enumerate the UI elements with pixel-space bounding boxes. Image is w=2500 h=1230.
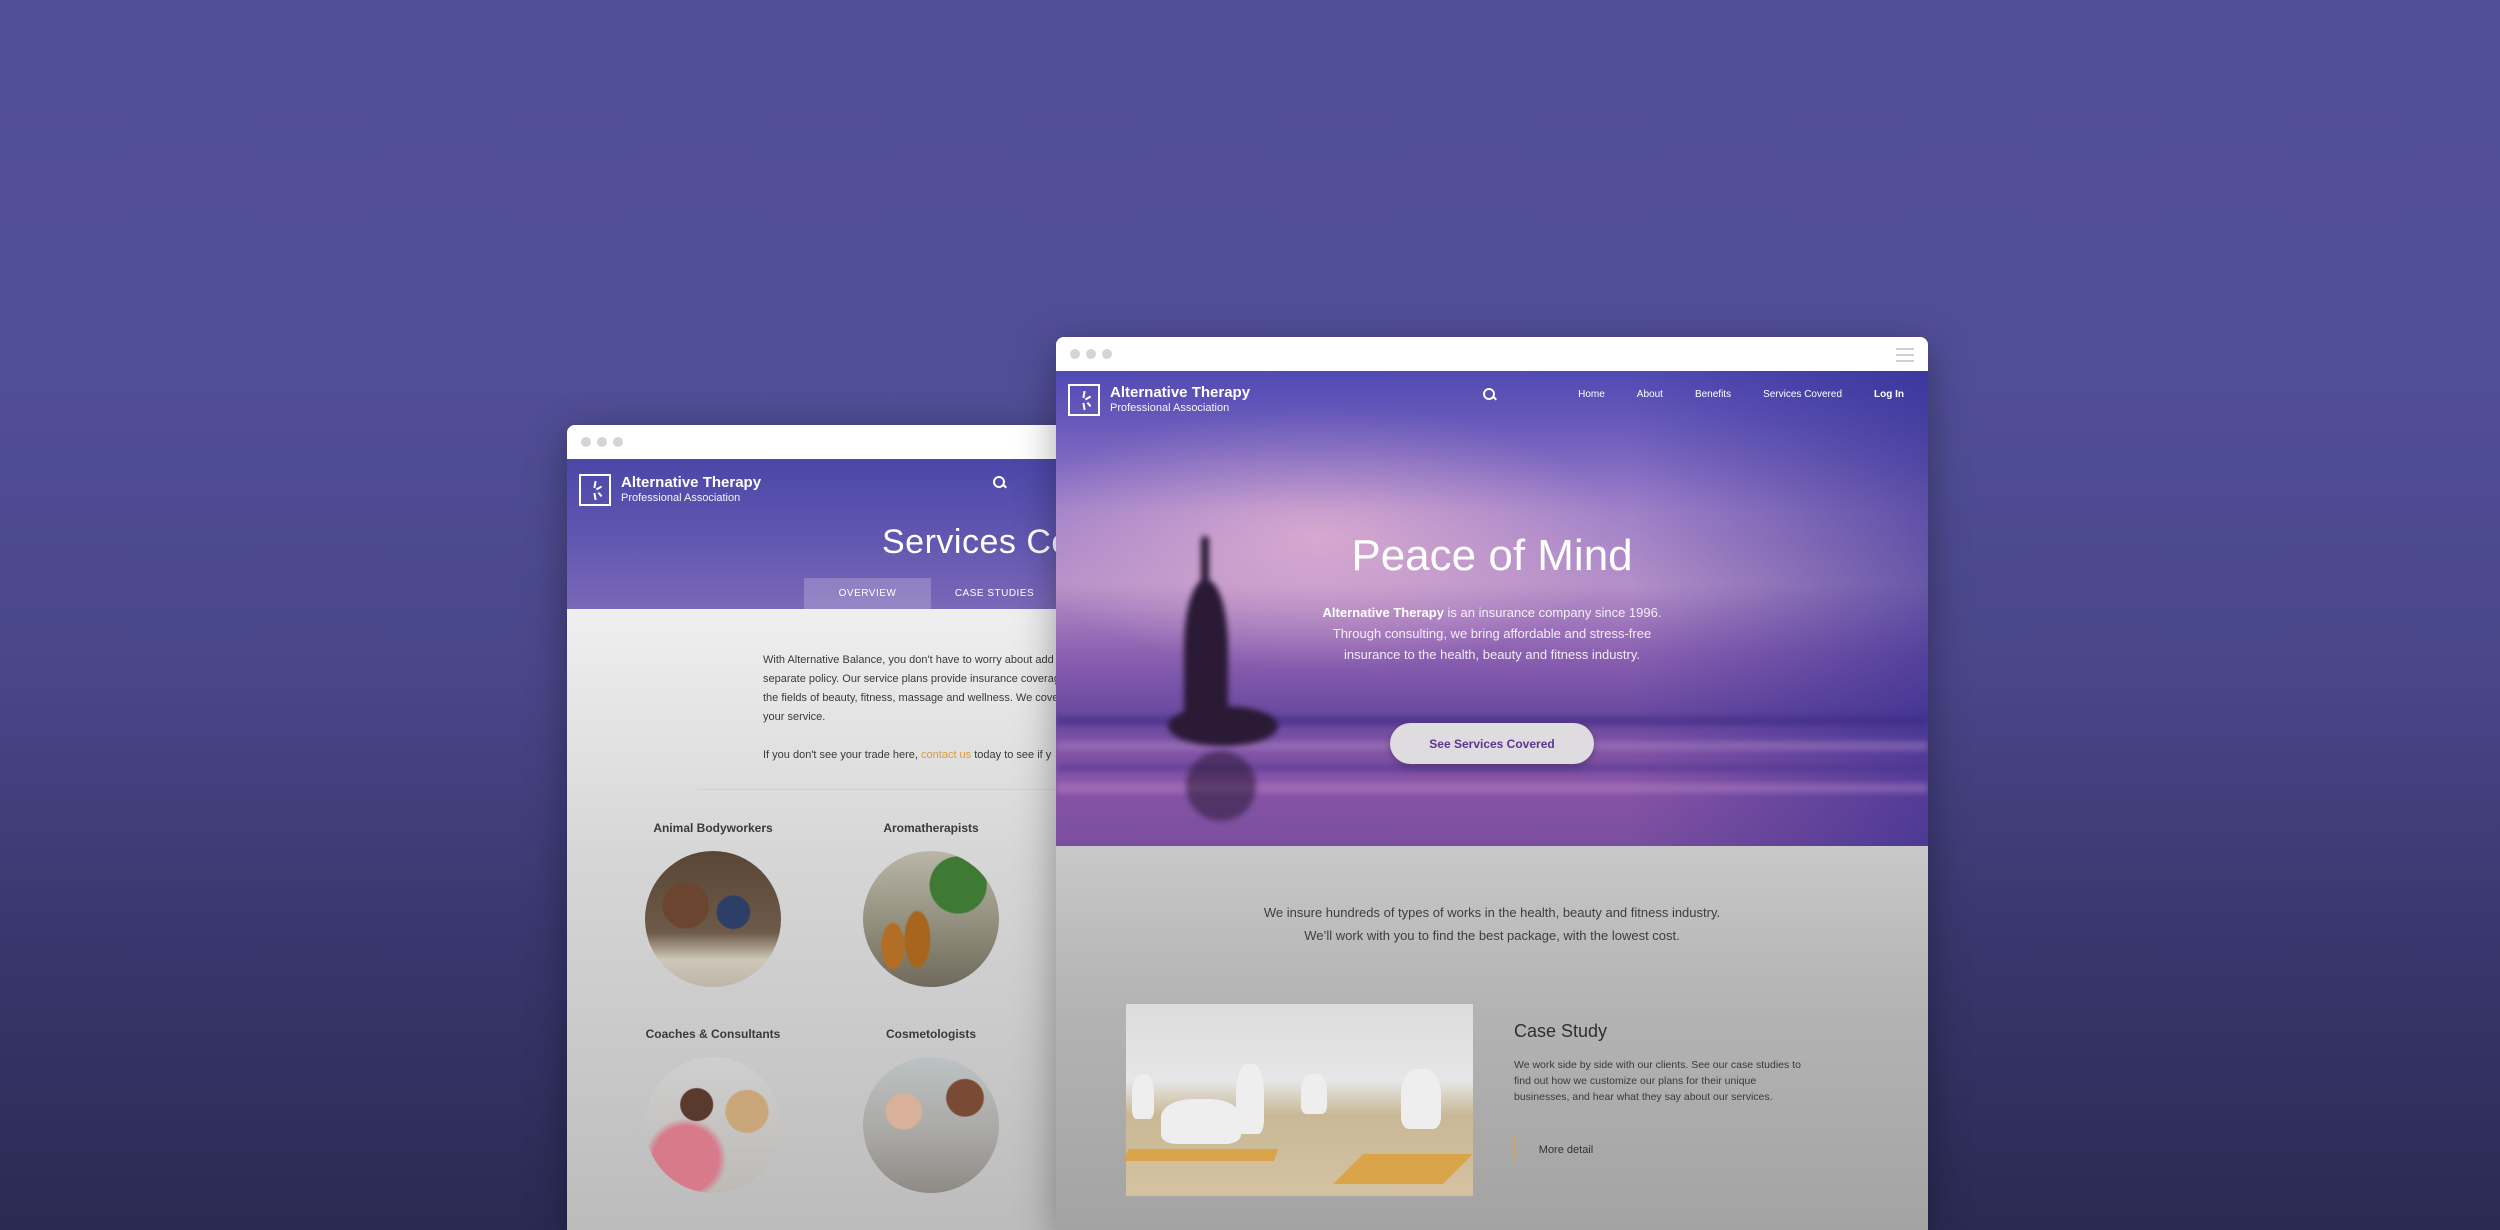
contact-prefix: If you don't see your trade here,	[763, 749, 922, 761]
yoga-class-photo	[1123, 1004, 1473, 1196]
nav-home[interactable]: Home	[1578, 389, 1605, 400]
minimize-dot[interactable]	[597, 437, 607, 447]
tagline-line: We’ll work with you to find the best pac…	[1304, 928, 1680, 943]
nav-services-covered[interactable]: Services Covered	[1763, 389, 1842, 400]
service-card-aromatherapists[interactable]: Aromatherapists	[841, 821, 1021, 987]
close-dot[interactable]	[1070, 349, 1080, 359]
hero-description: Alternative Therapy is an insurance comp…	[1056, 602, 1928, 665]
search-icon[interactable]	[1483, 388, 1497, 401]
intro-line: the fields of beauty, fitness, massage a…	[763, 692, 1059, 704]
contact-suffix: today to see if y	[971, 749, 1052, 761]
case-study-text: We work side by side with our clients. S…	[1514, 1059, 1801, 1103]
tagline: We insure hundreds of types of works in …	[1056, 901, 1928, 947]
minimize-dot[interactable]	[1086, 349, 1096, 359]
essential-oils-photo	[863, 851, 999, 987]
case-study-title: Case Study	[1514, 1021, 1608, 1041]
horse-bodywork-photo	[645, 851, 781, 987]
logo-mark-icon	[579, 474, 611, 506]
tagline-line: We insure hundreds of types of works in …	[1263, 905, 1721, 920]
section-divider	[697, 789, 1067, 790]
search-icon[interactable]	[993, 476, 1007, 489]
hero-brand: Alternative Therapy	[1322, 605, 1444, 620]
brand-title: Alternative Therapy	[1110, 384, 1251, 401]
hero-line: insurance to the health, beauty and fitn…	[1343, 647, 1641, 662]
services-body: With Alternative Balance, you don't have…	[567, 609, 1067, 1230]
coaching-photo	[645, 1057, 781, 1193]
service-card-cosmetologists[interactable]: Cosmetologists	[841, 1027, 1021, 1193]
page-title: Services Covered	[882, 523, 1067, 561]
service-label: Aromatherapists	[883, 821, 979, 835]
brand-subtitle: Professional Association	[621, 492, 741, 504]
intro-line: your service.	[763, 711, 826, 723]
service-label: Coaches & Consultants	[645, 1027, 781, 1041]
homepage-window: Alternative Therapy Professional Associa…	[1056, 337, 1928, 1230]
logo-mark-icon	[1068, 384, 1100, 416]
intro-line: With Alternative Balance, you don't have…	[763, 654, 1054, 666]
intro-text: With Alternative Balance, you don't have…	[763, 651, 1067, 784]
hero-line: is an insurance company since 1996.	[1443, 605, 1662, 620]
brand-logo[interactable]: Alternative Therapy Professional Associa…	[579, 474, 761, 506]
nav-benefits[interactable]: Benefits	[1695, 389, 1731, 400]
login-link[interactable]: Log In	[1874, 389, 1904, 400]
tab-case-studies[interactable]: CASE STUDIES	[931, 578, 1058, 609]
service-card-coaches-consultants[interactable]: Coaches & Consultants	[623, 1027, 803, 1193]
service-label: Cosmetologists	[885, 1027, 976, 1041]
home-body: We insure hundreds of types of works in …	[1056, 846, 1928, 1230]
maximize-dot[interactable]	[1102, 349, 1112, 359]
brand-logo[interactable]: Alternative Therapy Professional Associa…	[1068, 384, 1250, 416]
more-detail-button[interactable]: More detail	[1514, 1135, 1618, 1164]
hero-line: Through consulting, we bring affordable …	[1332, 626, 1652, 641]
browser-titlebar	[1056, 337, 1928, 371]
brand-subtitle: Professional Association	[1110, 402, 1230, 414]
close-dot[interactable]	[581, 437, 591, 447]
service-label: Animal Bodyworkers	[653, 821, 773, 835]
intro-line: separate policy. Our service plans provi…	[763, 673, 1060, 685]
window-controls	[1070, 349, 1112, 359]
brand-title: Alternative Therapy	[621, 474, 762, 491]
main-nav: Home About Benefits Services Covered Log…	[1578, 389, 1904, 400]
contact-us-link[interactable]: contact us	[921, 749, 971, 761]
maximize-dot[interactable]	[613, 437, 623, 447]
services-covered-window: Alternative Therapy Professional Associa…	[567, 425, 1067, 1230]
makeup-photo	[863, 1057, 999, 1193]
section-tabs: OVERVIEW CASE STUDIES	[804, 578, 1058, 609]
window-controls	[581, 437, 623, 447]
tab-overview[interactable]: OVERVIEW	[804, 578, 931, 609]
services-header: Alternative Therapy Professional Associa…	[567, 459, 1067, 609]
see-services-button[interactable]: See Services Covered	[1390, 723, 1594, 764]
hero-section: Alternative Therapy Professional Associa…	[1056, 371, 1928, 846]
nav-about[interactable]: About	[1637, 389, 1663, 400]
hero-title: Peace of Mind	[1351, 531, 1633, 580]
service-card-animal-bodyworkers[interactable]: Animal Bodyworkers	[623, 821, 803, 987]
browser-titlebar	[567, 425, 1067, 459]
hamburger-menu-icon[interactable]	[1896, 348, 1914, 366]
